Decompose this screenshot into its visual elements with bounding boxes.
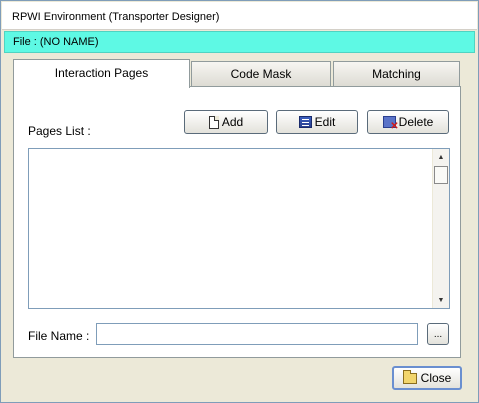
delete-button-label: Delete bbox=[398, 115, 434, 129]
arrow-down-icon[interactable]: ▼ bbox=[433, 292, 449, 308]
tab-strip: Interaction Pages Code Mask Matching bbox=[13, 59, 461, 88]
tab-matching[interactable]: Matching bbox=[333, 61, 460, 87]
browse-button[interactable]: ... bbox=[427, 323, 449, 345]
tab-code-mask[interactable]: Code Mask bbox=[191, 61, 331, 87]
close-button-label: Close bbox=[420, 371, 452, 385]
add-button-label: Add bbox=[221, 115, 244, 129]
scrollbar-thumb[interactable] bbox=[434, 166, 448, 184]
arrow-up-icon[interactable]: ▲ bbox=[433, 149, 449, 165]
edit-icon bbox=[298, 116, 312, 128]
pages-listbox[interactable]: ▲ ▼ bbox=[28, 148, 450, 309]
delete-icon bbox=[382, 116, 399, 132]
title-bar: RPWI Environment (Transporter Designer) bbox=[2, 2, 477, 30]
file-status-bar: File : (NO NAME) bbox=[4, 31, 475, 53]
page-icon bbox=[208, 115, 219, 129]
edit-button-label: Edit bbox=[314, 115, 336, 129]
tab-interaction-pages[interactable]: Interaction Pages bbox=[13, 59, 190, 88]
window-title: RPWI Environment (Transporter Designer) bbox=[12, 11, 220, 23]
file-status-label: File : (NO NAME) bbox=[13, 36, 99, 48]
file-name-label: File Name : bbox=[28, 329, 90, 343]
close-button[interactable]: Close bbox=[392, 366, 462, 390]
pages-list-scrollbar[interactable]: ▲ ▼ bbox=[432, 149, 449, 308]
main-window: RPWI Environment (Transporter Designer) … bbox=[0, 0, 479, 403]
folder-icon bbox=[402, 369, 417, 384]
interaction-pages-panel: Add Edit Delete Pages List : ▲ ▼ File Na… bbox=[13, 86, 461, 358]
edit-button[interactable]: Edit bbox=[276, 110, 358, 134]
delete-button[interactable]: Delete bbox=[367, 110, 449, 134]
pages-list-label: Pages List : bbox=[28, 124, 91, 138]
add-button[interactable]: Add bbox=[184, 110, 268, 134]
file-name-input[interactable] bbox=[96, 323, 418, 345]
